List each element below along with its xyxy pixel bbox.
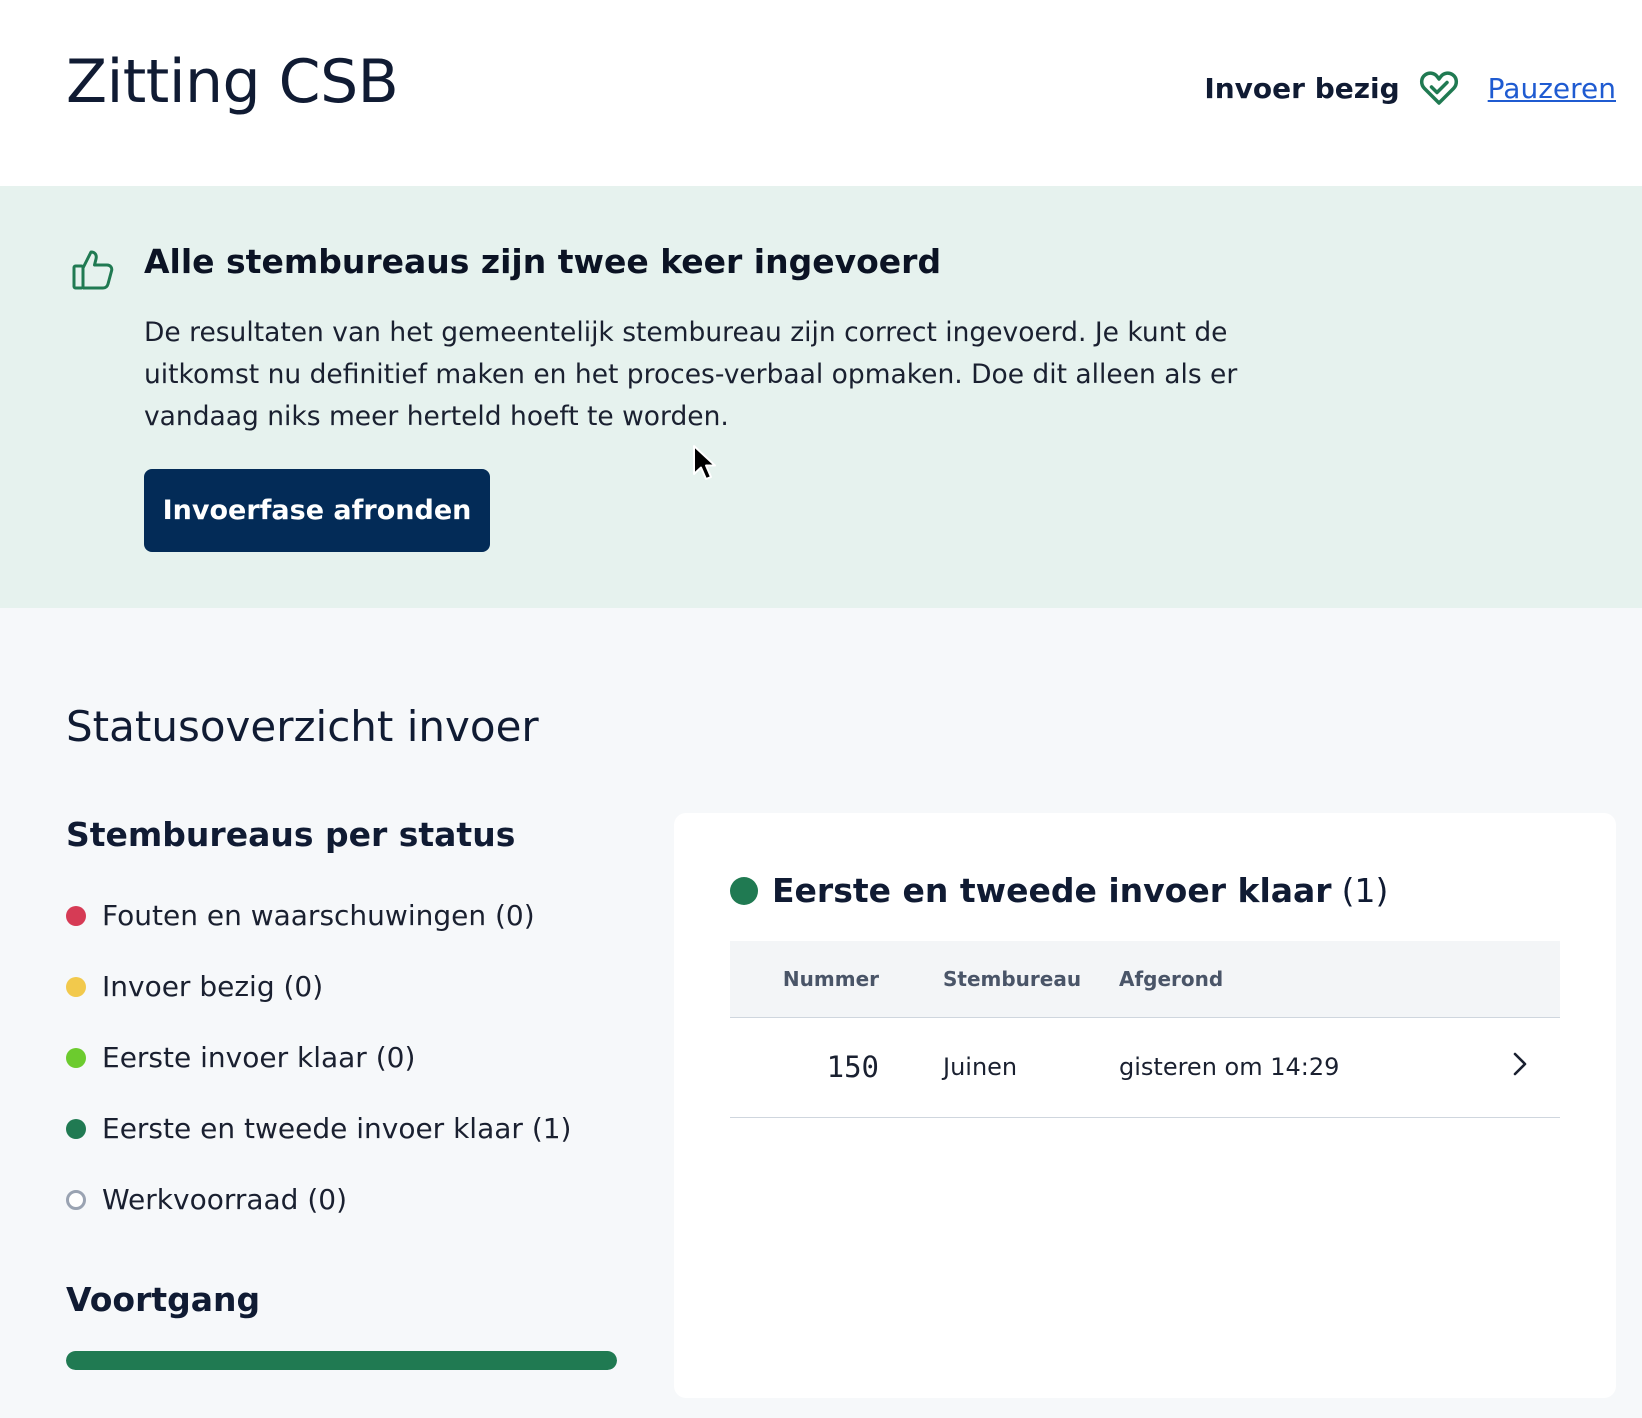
hollow-dot-icon <box>66 1189 86 1210</box>
progress-fill <box>66 1351 617 1370</box>
column-header-station: Stembureau <box>905 941 1119 1018</box>
progress-bar <box>66 1351 617 1370</box>
finish-input-phase-button[interactable]: Invoerfase afronden <box>144 469 490 552</box>
banner-title: Alle stembureaus zijn twee keer ingevoer… <box>144 242 942 281</box>
polling-station-table: Nummer Stembureau Afgerond 150 Juinen gi… <box>730 941 1560 1118</box>
mouse-cursor-icon <box>692 444 718 482</box>
status-label: Werkvoorraad (0) <box>102 1183 348 1216</box>
status-item-both-done[interactable]: Eerste en tweede invoer klaar (1) <box>66 1093 571 1164</box>
page-header: Zitting CSB Invoer bezig Pauzeren <box>0 0 1642 186</box>
page-title: Zitting CSB <box>66 47 399 117</box>
row-finished: gisteren om 14:29 <box>1119 1017 1480 1118</box>
yellow-dot-icon <box>66 976 86 997</box>
row-station: Juinen <box>905 1017 1119 1118</box>
column-header-finished: Afgerond <box>1119 941 1480 1018</box>
input-status: Invoer bezig Pauzeren <box>1204 64 1616 112</box>
overview-title: Statusoverzicht invoer <box>66 702 539 751</box>
red-dot-icon <box>66 905 86 926</box>
card-count: (1) <box>1341 871 1389 910</box>
card-header: Eerste en tweede invoer klaar (1) <box>730 871 1388 910</box>
column-header-number: Nummer <box>730 941 905 1018</box>
success-banner: Alle stembureaus zijn twee keer ingevoer… <box>0 186 1642 608</box>
table-row[interactable]: 150 Juinen gisteren om 14:29 <box>730 1017 1560 1118</box>
table-header-row: Nummer Stembureau Afgerond <box>730 941 1560 1018</box>
card-title: Eerste en tweede invoer klaar <box>772 871 1332 910</box>
status-detail-card: Eerste en tweede invoer klaar (1) Nummer… <box>674 813 1616 1398</box>
status-item-first-done[interactable]: Eerste invoer klaar (0) <box>66 1022 571 1093</box>
banner-text: De resultaten van het gemeentelijk stemb… <box>144 317 1238 432</box>
pause-link[interactable]: Pauzeren <box>1488 72 1616 105</box>
status-item-in-progress[interactable]: Invoer bezig (0) <box>66 951 571 1022</box>
status-label: Eerste invoer klaar (0) <box>102 1041 416 1074</box>
status-label: Invoer bezig (0) <box>102 970 324 1003</box>
status-item-errors[interactable]: Fouten en waarschuwingen (0) <box>66 880 571 951</box>
row-number: 150 <box>730 1017 905 1118</box>
dark-green-dot-icon <box>730 876 758 905</box>
heart-check-icon <box>1418 67 1460 109</box>
status-label: Eerste en tweede invoer klaar (1) <box>102 1112 572 1145</box>
status-item-backlog[interactable]: Werkvoorraad (0) <box>66 1164 571 1235</box>
per-status-title: Stembureaus per status <box>66 815 516 854</box>
thumbs-up-icon <box>70 246 116 292</box>
chevron-right-icon[interactable] <box>1480 1017 1560 1118</box>
light-green-dot-icon <box>66 1047 86 1068</box>
status-list: Fouten en waarschuwingen (0) Invoer bezi… <box>66 880 571 1235</box>
progress-title: Voortgang <box>66 1280 261 1319</box>
dark-green-dot-icon <box>66 1118 86 1139</box>
input-status-text: Invoer bezig <box>1204 71 1400 105</box>
status-label: Fouten en waarschuwingen (0) <box>102 899 535 932</box>
